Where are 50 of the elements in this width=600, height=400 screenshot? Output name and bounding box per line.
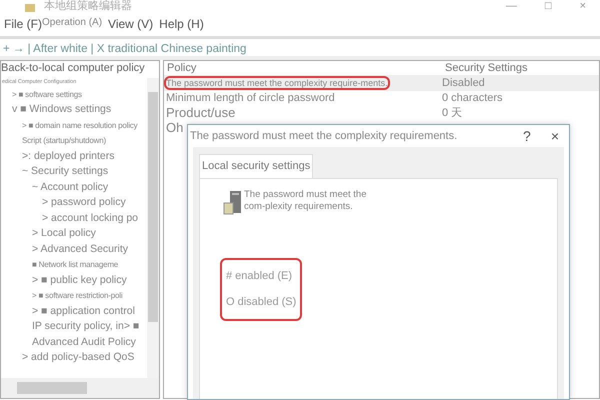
list-row[interactable]: Minimum length of circle password 0 characters <box>164 91 599 106</box>
horizontal-scrollbar[interactable] <box>1 378 159 398</box>
close-button[interactable]: × <box>580 1 586 12</box>
tree-item[interactable]: ~ Security settings <box>22 164 108 180</box>
help-button[interactable]: ? <box>513 127 541 145</box>
policy-name: Product/use <box>166 105 236 120</box>
server-icon <box>222 188 244 214</box>
list-row[interactable]: Product/use 0 天 <box>164 106 599 121</box>
tree-item[interactable]: > add policy-based QoS <box>22 350 134 366</box>
tree-item[interactable]: > password policy <box>42 195 126 210</box>
column-header[interactable]: Security Settings <box>442 61 531 75</box>
tree-item[interactable]: v ■ Windows settings <box>12 102 112 118</box>
minimize-button[interactable]: — <box>506 1 517 12</box>
tree-item[interactable]: IP security policy, in> ■ <box>32 319 140 334</box>
menu-item[interactable]: View (V) <box>108 15 154 33</box>
menu-item[interactable]: Help (H) <box>159 15 204 33</box>
tree-item[interactable]: > ■ domain name resolution policy <box>22 118 138 133</box>
toolbar-text: + → | After white | X traditional Chinese painting <box>3 43 246 55</box>
tree-item[interactable]: ■ Network list manageme <box>32 257 118 272</box>
policy-setting: 0 天 <box>442 107 462 119</box>
policy-name: Minimum length of circle password <box>166 92 335 104</box>
tree-item[interactable]: Script (startup/shutdown) <box>22 133 106 148</box>
tree-item[interactable]: > ■ public key policy <box>32 272 127 288</box>
menu-item[interactable]: Operation (A) <box>42 15 102 33</box>
column-header[interactable]: Policy <box>164 61 442 75</box>
scrollbar[interactable] <box>147 78 159 378</box>
tree-item[interactable]: > ■ application control <box>32 304 135 319</box>
tree-item[interactable]: Advanced Audit Policy <box>32 334 136 350</box>
policy-name: The password must meet the complexity require-ments. <box>166 78 388 88</box>
radio-option[interactable]: # enabled (E) <box>226 268 300 284</box>
tree-item[interactable]: > Advanced Security <box>32 242 128 257</box>
policy-setting: Disabled <box>442 77 485 89</box>
policy-description: The password must meet the com-plexity requirements. <box>244 188 368 214</box>
tree-item[interactable]: > account locking po <box>42 210 138 226</box>
tree-item[interactable]: ~ Account policy <box>32 180 108 195</box>
window-title: 本地组策略编辑器 <box>44 1 132 12</box>
app-icon <box>24 4 36 12</box>
close-button[interactable]: × <box>540 127 569 145</box>
policy-setting: 0 characters <box>442 92 503 104</box>
tree-item[interactable]: > ■ software restriction-poli <box>32 288 122 304</box>
radio-option[interactable]: O disabled (S) <box>226 294 300 310</box>
menu-item[interactable]: File (F) <box>4 15 42 33</box>
tab[interactable]: Local security settings <box>199 154 314 178</box>
list-row[interactable]: The password must meet the complexity require-ments. Disabled <box>164 76 599 91</box>
tree-item[interactable]: >: deployed printers <box>22 148 115 164</box>
tree-item[interactable]: > ■ software settings <box>12 86 82 102</box>
tree-item[interactable]: Back-to-local computer policy <box>1 61 145 76</box>
dialog-title: The password must meet the complexity requirements. <box>190 128 458 144</box>
tree-item[interactable]: > Local policy <box>32 226 96 242</box>
maximize-button[interactable]: □ <box>544 1 552 12</box>
